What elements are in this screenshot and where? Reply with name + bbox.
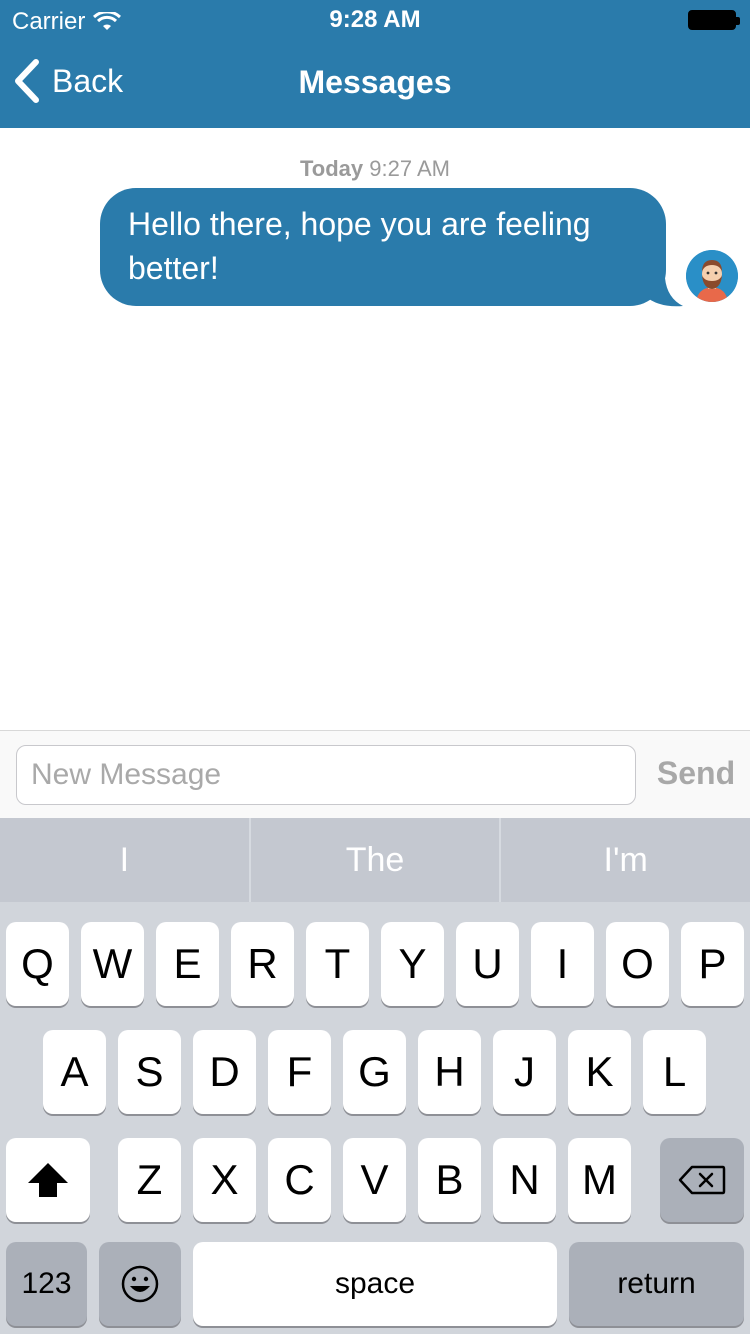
- key-i[interactable]: I: [531, 922, 594, 1006]
- timestamp-day: Today: [300, 156, 364, 181]
- key-r[interactable]: R: [231, 922, 294, 1006]
- key-x[interactable]: X: [193, 1138, 256, 1222]
- shift-key[interactable]: [6, 1138, 90, 1222]
- key-a[interactable]: A: [43, 1030, 106, 1114]
- user-avatar-icon: [686, 250, 738, 302]
- key-f[interactable]: F: [268, 1030, 331, 1114]
- keyboard: Q W E R T Y U I O P A S D F G H J K L Z …: [0, 902, 750, 1334]
- key-e[interactable]: E: [156, 922, 219, 1006]
- page-title: Messages: [298, 64, 452, 100]
- key-o[interactable]: O: [606, 922, 669, 1006]
- return-key[interactable]: return: [569, 1242, 744, 1326]
- avatar[interactable]: [686, 250, 738, 302]
- key-n[interactable]: N: [493, 1138, 556, 1222]
- key-k[interactable]: K: [568, 1030, 631, 1114]
- message-list[interactable]: Today 9:27 AM Hello there, hope you are …: [0, 128, 750, 730]
- emoji-icon: [121, 1265, 159, 1303]
- key-p[interactable]: P: [681, 922, 744, 1006]
- numbers-key[interactable]: 123: [6, 1242, 87, 1326]
- battery-icon: [688, 10, 740, 30]
- emoji-key[interactable]: [99, 1242, 181, 1326]
- message-text: Hello there, hope you are feeling better…: [128, 206, 591, 286]
- send-button[interactable]: Send: [650, 755, 742, 792]
- message-input[interactable]: [16, 745, 636, 805]
- message-timestamp: Today 9:27 AM: [0, 156, 750, 182]
- backspace-icon: [678, 1165, 726, 1195]
- key-d[interactable]: D: [193, 1030, 256, 1114]
- predictive-bar: I The I'm: [0, 818, 750, 902]
- bubble-tail: [645, 278, 683, 307]
- key-g[interactable]: G: [343, 1030, 406, 1114]
- key-y[interactable]: Y: [381, 922, 444, 1006]
- timestamp-time: 9:27 AM: [369, 156, 450, 181]
- key-v[interactable]: V: [343, 1138, 406, 1222]
- key-m[interactable]: M: [568, 1138, 631, 1222]
- key-q[interactable]: Q: [6, 922, 69, 1006]
- key-z[interactable]: Z: [118, 1138, 181, 1222]
- space-key[interactable]: space: [193, 1242, 557, 1326]
- key-b[interactable]: B: [418, 1138, 481, 1222]
- nav-bar: Back Messages: [0, 40, 750, 128]
- composer-bar: Send: [0, 730, 750, 818]
- delete-key[interactable]: [660, 1138, 744, 1222]
- shift-arrow-icon: [28, 1163, 68, 1197]
- key-c[interactable]: C: [268, 1138, 331, 1222]
- message-bubble[interactable]: Hello there, hope you are feeling better…: [100, 188, 666, 306]
- key-s[interactable]: S: [118, 1030, 181, 1114]
- prediction-2[interactable]: The: [251, 818, 500, 902]
- status-time: 9:28 AM: [329, 6, 421, 33]
- key-t[interactable]: T: [306, 922, 369, 1006]
- key-h[interactable]: H: [418, 1030, 481, 1114]
- prediction-1[interactable]: I: [0, 818, 249, 902]
- header: Carrier 9:28 AM Back Messages: [0, 0, 750, 128]
- prediction-3[interactable]: I'm: [501, 818, 750, 902]
- key-u[interactable]: U: [456, 922, 519, 1006]
- status-bar: Carrier 9:28 AM: [0, 0, 750, 40]
- key-w[interactable]: W: [81, 922, 144, 1006]
- key-l[interactable]: L: [643, 1030, 706, 1114]
- key-j[interactable]: J: [493, 1030, 556, 1114]
